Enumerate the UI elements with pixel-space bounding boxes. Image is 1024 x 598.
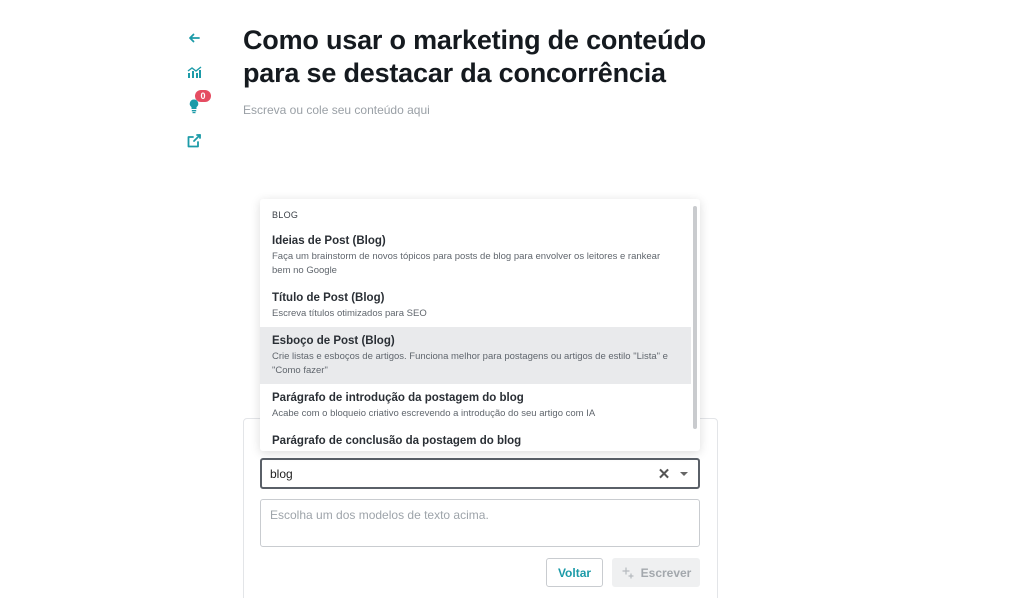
arrow-left-icon	[189, 33, 200, 43]
stats-button[interactable]	[184, 62, 204, 82]
dropdown-item[interactable]: Parágrafo de conclusão da postagem do bl…	[260, 434, 691, 451]
share-icon	[187, 134, 201, 148]
dropdown-item-desc: Crie listas e esboços de artigos. Funcio…	[272, 351, 668, 376]
dropdown-item-title: Título de Post (Blog)	[272, 292, 385, 304]
dropdown-scrollbar[interactable]	[693, 206, 697, 429]
dropdown-item-title: Ideias de Post (Blog)	[272, 235, 386, 247]
content-placeholder[interactable]: Escreva ou cole seu conteúdo aqui	[243, 103, 430, 117]
template-search-combobox[interactable]: ✕	[260, 458, 700, 489]
back-label-button[interactable]: Voltar	[546, 558, 603, 587]
clear-icon[interactable]: ✕	[656, 465, 672, 483]
sparkle-icon	[622, 566, 634, 579]
dropdown-item-desc: Acabe com o bloqueio criativo escrevendo…	[272, 408, 596, 419]
dropdown-item-title: Esboço de Post (Blog)	[272, 335, 395, 347]
write-button-label: Escrever	[640, 565, 692, 580]
dropdown-item[interactable]: Parágrafo de introdução da postagem do b…	[260, 391, 691, 423]
chevron-down-icon[interactable]	[676, 471, 692, 477]
dropdown-item-title: Parágrafo de conclusão da postagem do bl…	[272, 435, 522, 447]
dropdown-group-label: BLOG	[272, 210, 299, 220]
template-search-input[interactable]	[270, 466, 656, 481]
dropdown-item[interactable]: Título de Post (Blog) Escreva títulos ot…	[260, 291, 691, 323]
dropdown-item-selected[interactable]: Esboço de Post (Blog) Crie listas e esbo…	[260, 327, 691, 384]
dropdown-item-title: Parágrafo de introdução da postagem do b…	[272, 392, 524, 404]
dropdown-item[interactable]: Ideias de Post (Blog) Faça um brainstorm…	[260, 234, 691, 281]
back-button[interactable]	[184, 28, 204, 48]
dropdown-item-desc: Faça um brainstorm de novos tópicos para…	[272, 251, 661, 276]
share-button[interactable]	[184, 131, 204, 151]
article-title[interactable]: Como usar o marketing de conteúdo para s…	[243, 24, 763, 90]
dropdown-item-desc: Escreva títulos otimizados para SEO	[272, 308, 427, 319]
template-dropdown[interactable]: BLOG Ideias de Post (Blog) Faça um brain…	[260, 199, 700, 451]
write-button[interactable]: Escrever	[612, 558, 700, 587]
chart-icon	[187, 66, 202, 78]
prompt-textarea[interactable]	[260, 499, 700, 547]
ideas-button[interactable]: 0	[184, 90, 211, 116]
ideas-count-badge: 0	[195, 90, 211, 102]
